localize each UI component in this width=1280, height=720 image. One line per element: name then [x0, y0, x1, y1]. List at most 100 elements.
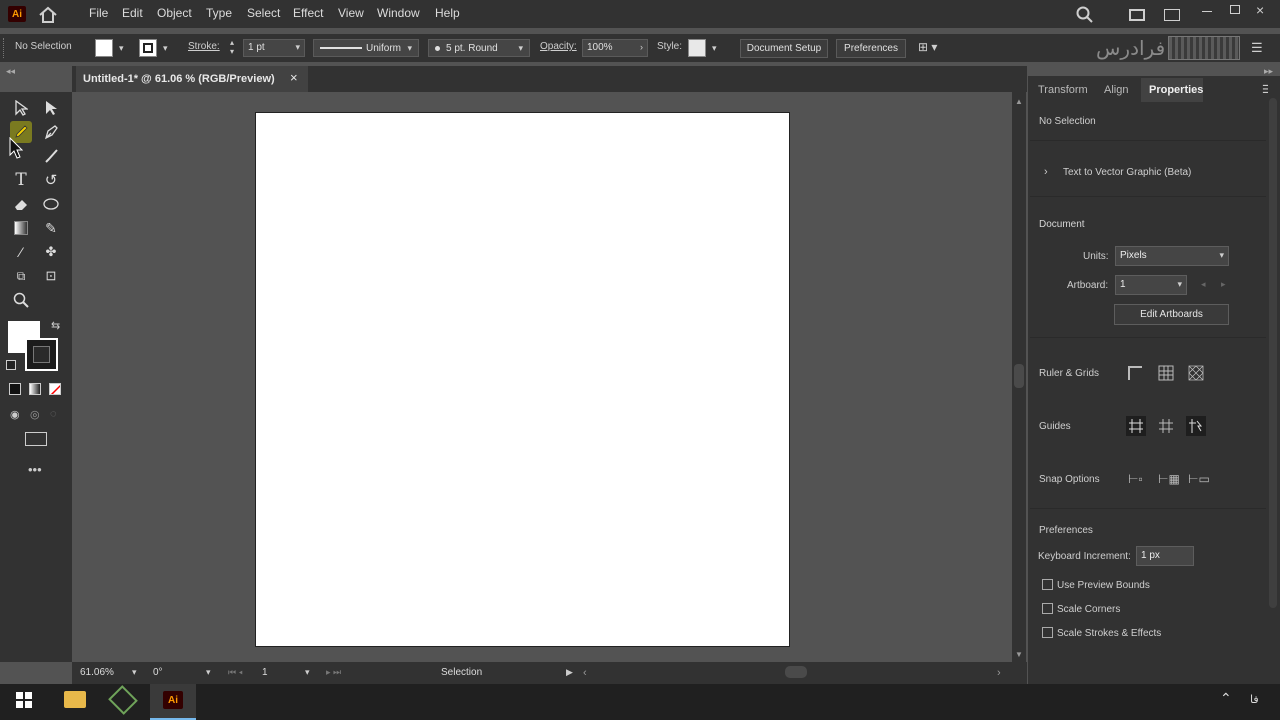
tab-align[interactable]: Align — [1104, 84, 1128, 96]
vertical-scroll-thumb[interactable] — [1014, 364, 1024, 388]
transparency-grid-icon[interactable] — [1188, 365, 1204, 384]
brush-definition[interactable]: 5 pt. Round ▾ — [428, 39, 530, 57]
use-preview-bounds-checkbox[interactable] — [1042, 579, 1053, 590]
panel-scroll-thumb[interactable] — [1269, 98, 1277, 608]
graphic-style-swatch[interactable] — [688, 39, 706, 57]
zoom-dropdown-icon[interactable]: ▾ — [132, 667, 137, 678]
ruler-icon[interactable] — [1128, 366, 1142, 380]
scroll-right-icon[interactable]: › — [997, 667, 1001, 679]
close-tab-icon[interactable]: × — [290, 70, 298, 85]
selection-tool-icon[interactable] — [10, 97, 32, 119]
shape-builder-tool-icon[interactable]: ⧉ — [10, 265, 32, 287]
lock-guides-icon[interactable] — [1158, 418, 1174, 437]
menu-file[interactable]: File — [89, 6, 108, 20]
zoom-tool-icon[interactable] — [10, 289, 32, 311]
none-mode-icon[interactable] — [49, 383, 61, 395]
next-artboard-icon[interactable]: ▸ — [1221, 279, 1226, 290]
paintbrush-tool-icon[interactable] — [40, 145, 62, 167]
preferences-button[interactable]: Preferences — [836, 39, 906, 58]
direct-selection-tool-icon[interactable] — [40, 97, 62, 119]
text-to-vector-section[interactable]: Text to Vector Graphic (Beta) — [1063, 167, 1191, 178]
width-tool-icon[interactable]: ✎ — [40, 217, 62, 239]
stroke-color-box[interactable] — [25, 338, 58, 371]
pen-tool-icon[interactable] — [40, 121, 62, 143]
search-icon[interactable] — [1076, 6, 1094, 27]
snap-to-glyph-icon[interactable]: ⊢▭ — [1188, 472, 1210, 486]
gradient-tool-icon[interactable] — [10, 217, 32, 239]
minimize-icon[interactable] — [1202, 11, 1212, 12]
scroll-down-icon[interactable]: ▼ — [1015, 650, 1023, 659]
keyboard-increment-input[interactable]: 1 px — [1136, 546, 1194, 566]
eyedropper-tool-icon[interactable]: ⁄ — [10, 241, 32, 263]
color-mode-icon[interactable] — [9, 383, 21, 395]
menu-object[interactable]: Object — [157, 6, 192, 20]
chevron-right-icon[interactable]: › — [1044, 166, 1048, 178]
rotation-dropdown-icon[interactable]: ▾ — [206, 667, 211, 678]
opacity-input[interactable]: 100% › — [582, 39, 648, 57]
home-icon[interactable] — [38, 6, 58, 27]
edit-toolbar-icon[interactable]: ••• — [28, 462, 42, 477]
status-menu-icon[interactable]: ▶ — [566, 667, 573, 678]
scroll-left-icon[interactable]: ‹ — [583, 667, 587, 679]
warp-tool-icon[interactable] — [40, 193, 62, 215]
draw-normal-icon[interactable]: ◉ — [10, 408, 20, 421]
swap-colors-icon[interactable]: ⇆ — [51, 319, 60, 332]
artboard-dropdown-icon[interactable]: ▾ — [305, 667, 310, 678]
show-guides-icon[interactable] — [1126, 416, 1146, 436]
tab-transform[interactable]: Transform — [1038, 84, 1088, 96]
units-select[interactable]: Pixels ▾ — [1115, 246, 1229, 266]
menu-select[interactable]: Select — [247, 6, 280, 20]
artboard[interactable] — [255, 112, 790, 647]
stroke-weight-input[interactable]: 1 pt ▾ — [243, 39, 305, 57]
draw-behind-icon[interactable]: ◎ — [30, 408, 40, 421]
collapse-panel-icon[interactable]: ▸▸ — [1264, 66, 1273, 77]
stroke-swatch[interactable] — [139, 39, 157, 57]
language-indicator[interactable]: فا — [1250, 693, 1259, 706]
grid-icon[interactable] — [1158, 365, 1174, 384]
menu-view[interactable]: View — [338, 6, 364, 20]
draw-inside-icon[interactable]: ◌ — [50, 408, 57, 420]
rotate-tool-icon[interactable]: ↺ — [40, 169, 62, 191]
workspace-switcher-icon[interactable] — [1129, 9, 1145, 21]
variable-width-profile[interactable]: Uniform ▾ — [313, 39, 419, 57]
stroke-dropdown-icon[interactable]: ▾ — [163, 43, 168, 54]
scale-strokes-effects-checkbox[interactable] — [1042, 627, 1053, 638]
restore-icon[interactable] — [1230, 5, 1240, 14]
menu-window[interactable]: Window — [377, 6, 420, 20]
zoom-level[interactable]: 61.06% — [80, 667, 114, 678]
style-dropdown-icon[interactable]: ▾ — [712, 43, 717, 54]
first-artboard-icon[interactable]: ⏮ ◂ — [228, 667, 243, 678]
arrange-documents-icon[interactable] — [1164, 9, 1180, 21]
type-tool-icon[interactable]: T — [10, 169, 32, 191]
scale-corners-checkbox[interactable] — [1042, 603, 1053, 614]
opacity-label[interactable]: Opacity: — [540, 41, 577, 52]
chevron-up-icon[interactable]: ⌃ — [1220, 690, 1232, 707]
fill-dropdown-icon[interactable]: ▾ — [119, 43, 124, 54]
file-explorer-icon[interactable] — [64, 691, 86, 708]
control-bar-menu-icon[interactable]: ☰ — [1251, 40, 1263, 56]
previous-artboard-icon[interactable]: ◂ — [1201, 279, 1206, 290]
align-options-icon[interactable]: ⊞ ▾ — [918, 40, 937, 54]
menu-edit[interactable]: Edit — [122, 6, 143, 20]
artboard-select[interactable]: 1 ▾ — [1115, 275, 1187, 295]
windows-start-icon[interactable] — [16, 692, 32, 711]
collapse-toolbar-icon[interactable]: ◂◂ — [6, 66, 15, 77]
document-setup-button[interactable]: Document Setup — [740, 39, 828, 58]
rotation-value[interactable]: 0° — [153, 667, 163, 678]
fill-swatch[interactable] — [95, 39, 113, 57]
default-colors-icon[interactable] — [6, 360, 16, 370]
snap-to-pixel-icon[interactable]: ⊢▦ — [1158, 472, 1180, 486]
menu-effect[interactable]: Effect — [293, 6, 323, 20]
close-window-icon[interactable]: × — [1256, 2, 1264, 18]
tab-properties[interactable]: Properties — [1149, 84, 1203, 96]
scroll-up-icon[interactable]: ▲ — [1015, 97, 1023, 106]
control-bar-grip[interactable] — [3, 38, 5, 58]
edit-artboards-button[interactable]: Edit Artboards — [1114, 304, 1229, 325]
snap-to-point-icon[interactable]: ⊢▫ — [1128, 472, 1143, 486]
symbol-sprayer-tool-icon[interactable]: ✤ — [40, 241, 62, 263]
stroke-label[interactable]: Stroke: — [188, 41, 220, 52]
artboard-number[interactable]: 1 — [262, 667, 268, 678]
stroke-stepper-icon[interactable]: ▴ ▾ — [230, 38, 234, 56]
artboard-tool-icon[interactable]: ⊡ — [40, 265, 62, 287]
eraser-tool-icon[interactable] — [10, 193, 32, 215]
